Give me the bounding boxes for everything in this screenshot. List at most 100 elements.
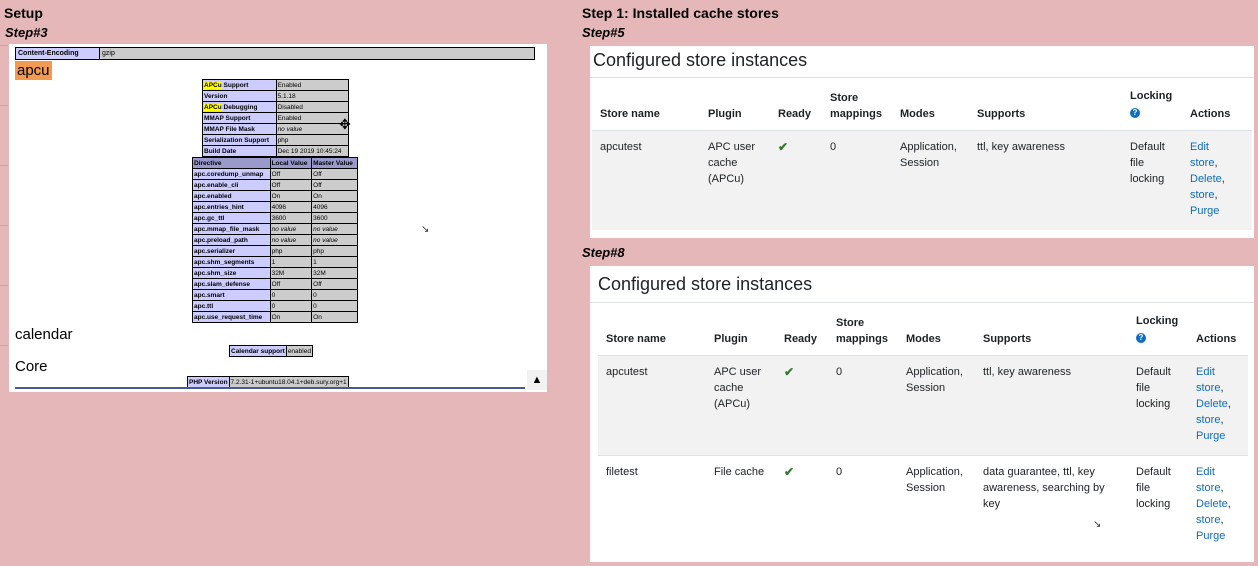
modes-line: Application, [900, 141, 957, 153]
directive-row: apc.use_request_time On On [192, 311, 358, 323]
help-icon[interactable]: ? [1130, 108, 1140, 118]
locking-line: file [1136, 382, 1151, 394]
mouse-pointer-icon: ↘ [1093, 519, 1102, 530]
info-value: Disabled [275, 101, 350, 113]
directive-name: apc.enabled [192, 190, 271, 202]
edit-store-link[interactable]: store [1196, 382, 1220, 394]
supports-line: key [983, 498, 1001, 510]
col-header-plugin: Plugin [708, 108, 742, 120]
delete-store-link[interactable]: store [1190, 189, 1214, 201]
calendar-support-label: Calendar support [229, 345, 287, 357]
edit-store-link[interactable]: Edit [1196, 466, 1215, 478]
actions: Edit store, Delete, store, Purge [1190, 141, 1225, 217]
locking-line: locking [1136, 398, 1171, 410]
col-header-modes: Modes [900, 108, 935, 120]
directive-row: apc.enable_cli Off Off [192, 179, 358, 191]
apcu-section-title: apcu [15, 61, 52, 80]
directive-master-value: no value [311, 223, 358, 235]
label-text: MMAP File Mask [204, 125, 255, 133]
locking-line: Default [1136, 366, 1171, 378]
store-instances-table: Store name Plugin Ready Store mappings Modes S… [598, 303, 1248, 555]
col-header-store-mappings: Store [830, 92, 859, 104]
delete-store-link[interactable]: Delete [1196, 498, 1228, 510]
directive-header-row: Directive Local Value Master Value [192, 157, 358, 169]
content-encoding-value: gzip [100, 47, 535, 60]
info-row: Serialization Support php [202, 134, 350, 146]
supports: data guarantee, ttl, key awareness, searc… [983, 464, 1105, 512]
store-mappings-line: 0 [836, 466, 843, 478]
content-encoding-label: Content-Encoding [15, 47, 100, 60]
info-value: 5.1.18 [275, 90, 350, 102]
purge-link[interactable]: Purge [1196, 530, 1225, 542]
plugin-name: APC user cache (APCu) [708, 139, 755, 187]
panel-title: Configured store instances [598, 274, 813, 294]
locking-line: file [1136, 482, 1151, 494]
directive-master-value: 32M [311, 267, 358, 279]
info-label: Version [202, 90, 277, 102]
delete-store-link[interactable]: Delete [1196, 398, 1228, 410]
calendar-section-title: calendar [15, 326, 73, 343]
purge-link[interactable]: Purge [1196, 430, 1225, 442]
supports: ttl, key awareness [977, 139, 1065, 155]
store-name: apcutest [606, 364, 648, 380]
plugin-name-line: (APCu) [708, 173, 745, 185]
modes: Application, Session [906, 464, 963, 496]
purge-link[interactable]: Purge [1190, 205, 1219, 217]
directive-name: apc.use_request_time [192, 311, 271, 323]
directive-local-value: 4096 [269, 201, 313, 213]
mouse-pointer-icon: ↘ [421, 224, 430, 235]
stores-panel-step5: Configured store instances Store name Plu… [590, 46, 1254, 238]
plugin-name: File cache [714, 464, 764, 480]
label-text: Version [204, 92, 228, 100]
store-mappings: 0 [836, 464, 842, 480]
check-icon: ✔ [784, 365, 795, 379]
directive-local-value: no value [269, 223, 313, 235]
delete-store-link[interactable]: Delete [1190, 173, 1222, 185]
info-row: APCu Debugging Disabled [202, 101, 350, 113]
info-value: php [275, 134, 350, 146]
info-label: APCu Debugging [202, 101, 277, 113]
panel-title: Configured store instances [593, 50, 808, 70]
directive-row: apc.preload_path no value no value [192, 234, 358, 246]
info-row: MMAP Support Enabled [202, 112, 350, 124]
directive-row: apc.shm_size 32M 32M [192, 267, 358, 279]
directive-name: apc.preload_path [192, 234, 271, 246]
col-header-store-mappings: Store [836, 317, 865, 329]
directive-master-value: On [311, 311, 358, 323]
delete-store-link[interactable]: store [1196, 414, 1220, 426]
highlight-text: APCu [204, 103, 222, 111]
col-header-locking: Locking [1130, 90, 1173, 102]
supports-line: awareness, searching by [983, 482, 1105, 494]
locking: Default file locking [1136, 364, 1171, 412]
info-row: MMAP File Mask no value [202, 123, 350, 135]
help-icon[interactable]: ? [1136, 333, 1146, 343]
arrow-up-icon[interactable]: ▲ [527, 370, 547, 390]
gridline [0, 165, 8, 166]
directive-row: apc.serializer php php [192, 245, 358, 257]
store-name-line: filetest [606, 466, 638, 478]
directive-row: apc.ttl 0 0 [192, 300, 358, 312]
directive-name: apc.slam_defense [192, 278, 271, 290]
directive-row: apc.shm_segments 1 1 [192, 256, 358, 268]
directive-name: apc.coredump_unmap [192, 168, 271, 180]
edit-store-link[interactable]: Edit [1196, 366, 1215, 378]
info-label: MMAP File Mask [202, 123, 277, 135]
edit-store-link[interactable]: Edit [1190, 141, 1209, 153]
delete-store-link[interactable]: store [1196, 514, 1220, 526]
col-header-supports: Supports [977, 108, 1026, 120]
edit-store-link[interactable]: store [1196, 482, 1220, 494]
apcu-directives-table: Directive Local Value Master Value apc.core… [192, 157, 358, 323]
directive-header: Directive [192, 157, 271, 169]
directive-local-value: On [269, 190, 313, 202]
plugin-name: APC user cache (APCu) [714, 364, 761, 412]
label-text: Debugging [221, 103, 258, 111]
directive-local-value: Off [269, 179, 313, 191]
edit-store-link[interactable]: store [1190, 157, 1214, 169]
info-value: Enabled [275, 112, 350, 124]
plugin-name-line: APC user [708, 141, 756, 153]
directive-row: apc.enabled On On [192, 190, 358, 202]
modes-line: Session [900, 157, 940, 169]
directive-name: apc.gc_ttl [192, 212, 271, 224]
info-label: APCu Support [202, 79, 277, 91]
directive-row: apc.smart 0 0 [192, 289, 358, 301]
